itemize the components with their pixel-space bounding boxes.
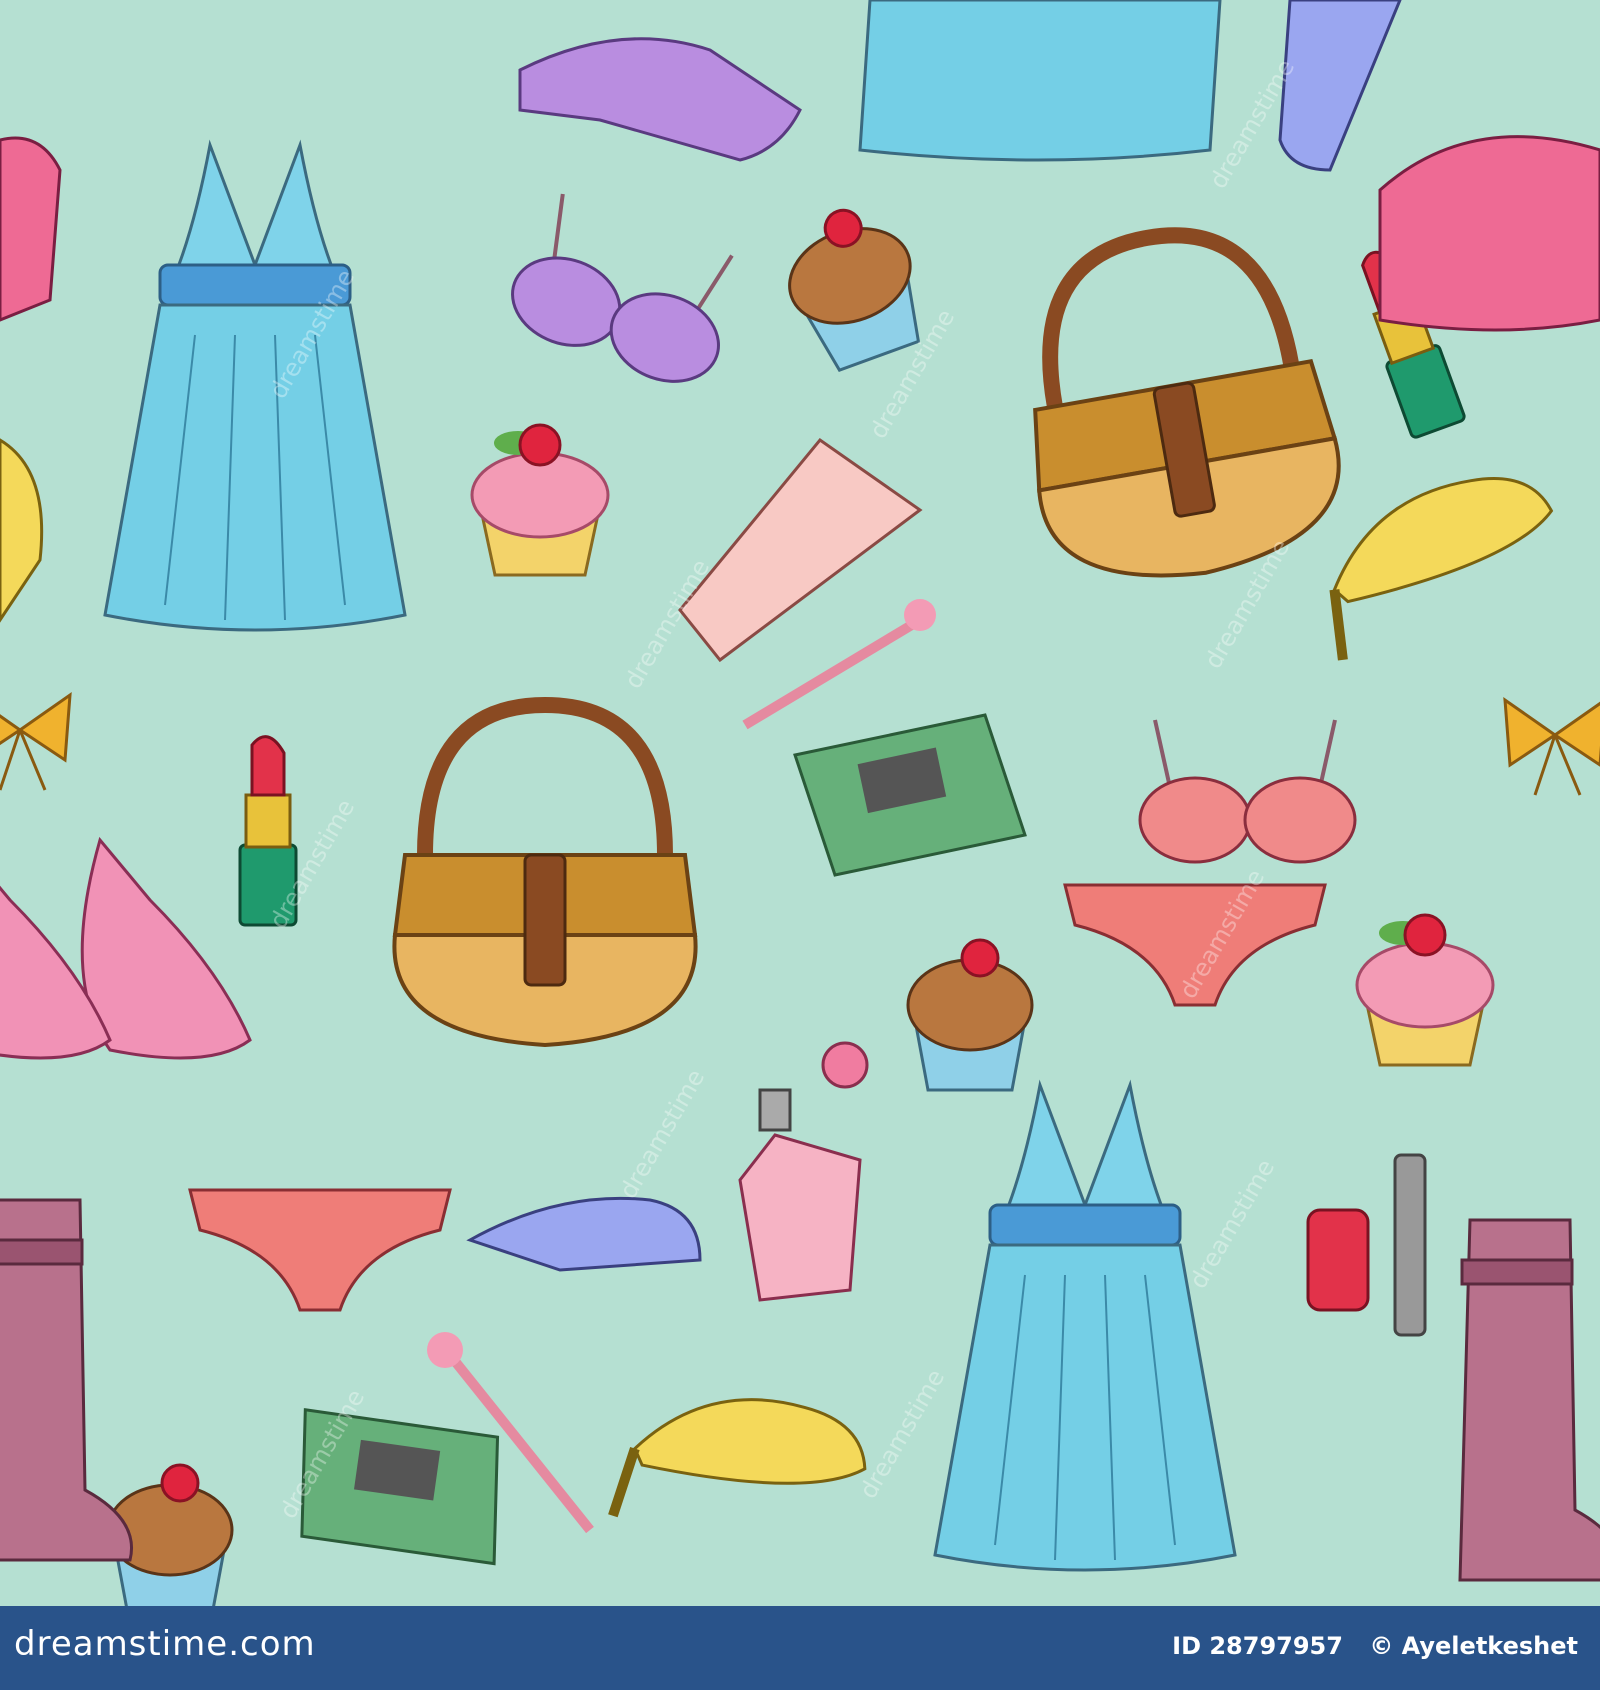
fashion-pattern-illustration [0, 0, 1600, 1606]
panties-icon [1063, 883, 1327, 1007]
bra-icon [1138, 718, 1357, 864]
handbag-icon [999, 212, 1355, 599]
sandal-icon [466, 1196, 702, 1272]
dress-top-icon [858, 0, 1222, 162]
cupcake-icon [1355, 913, 1495, 1067]
notebook-icon [793, 713, 1027, 877]
dress-icon [933, 1083, 1237, 1572]
high-heel-icon [613, 1377, 874, 1558]
boot-icon [1458, 1218, 1600, 1582]
footer-bar: dreamstime.com ID 28797957 © Ayeletkeshe… [0, 1606, 1600, 1690]
cupcake-icon [906, 938, 1034, 1092]
lipstick-icon [238, 735, 298, 927]
dress-icon [103, 143, 407, 632]
nail-polish-icon [1306, 1153, 1427, 1337]
sandal-icon [1278, 0, 1402, 172]
author-label: © Ayeletkeshet [1369, 1632, 1578, 1660]
pattern-image: dreamstime dreamstime dreamstime dreamst… [0, 0, 1600, 1690]
high-heel-icon [1306, 461, 1574, 659]
perfume-icon [738, 1041, 869, 1302]
footer-brand: dreamstime.com [14, 1624, 316, 1664]
cupcake-icon [470, 423, 610, 577]
image-id-label: ID 28797957 [1172, 1632, 1343, 1660]
high-heel-icon [0, 438, 44, 623]
bow-icon [1503, 698, 1600, 797]
clutch-icon [0, 136, 62, 322]
panties-icon [188, 1188, 452, 1312]
cream-tube-icon [678, 437, 923, 663]
boot-icon [0, 1198, 134, 1562]
clutch-icon [1378, 135, 1600, 332]
bra-icon [511, 193, 734, 383]
high-heel-icon [80, 838, 252, 1060]
bow-icon [0, 693, 72, 792]
cupcake-icon [767, 192, 939, 379]
handbag-icon [394, 705, 695, 1045]
bra-icon [518, 37, 802, 162]
footer-meta: ID 28797957 © Ayeletkeshet [1154, 1632, 1578, 1660]
